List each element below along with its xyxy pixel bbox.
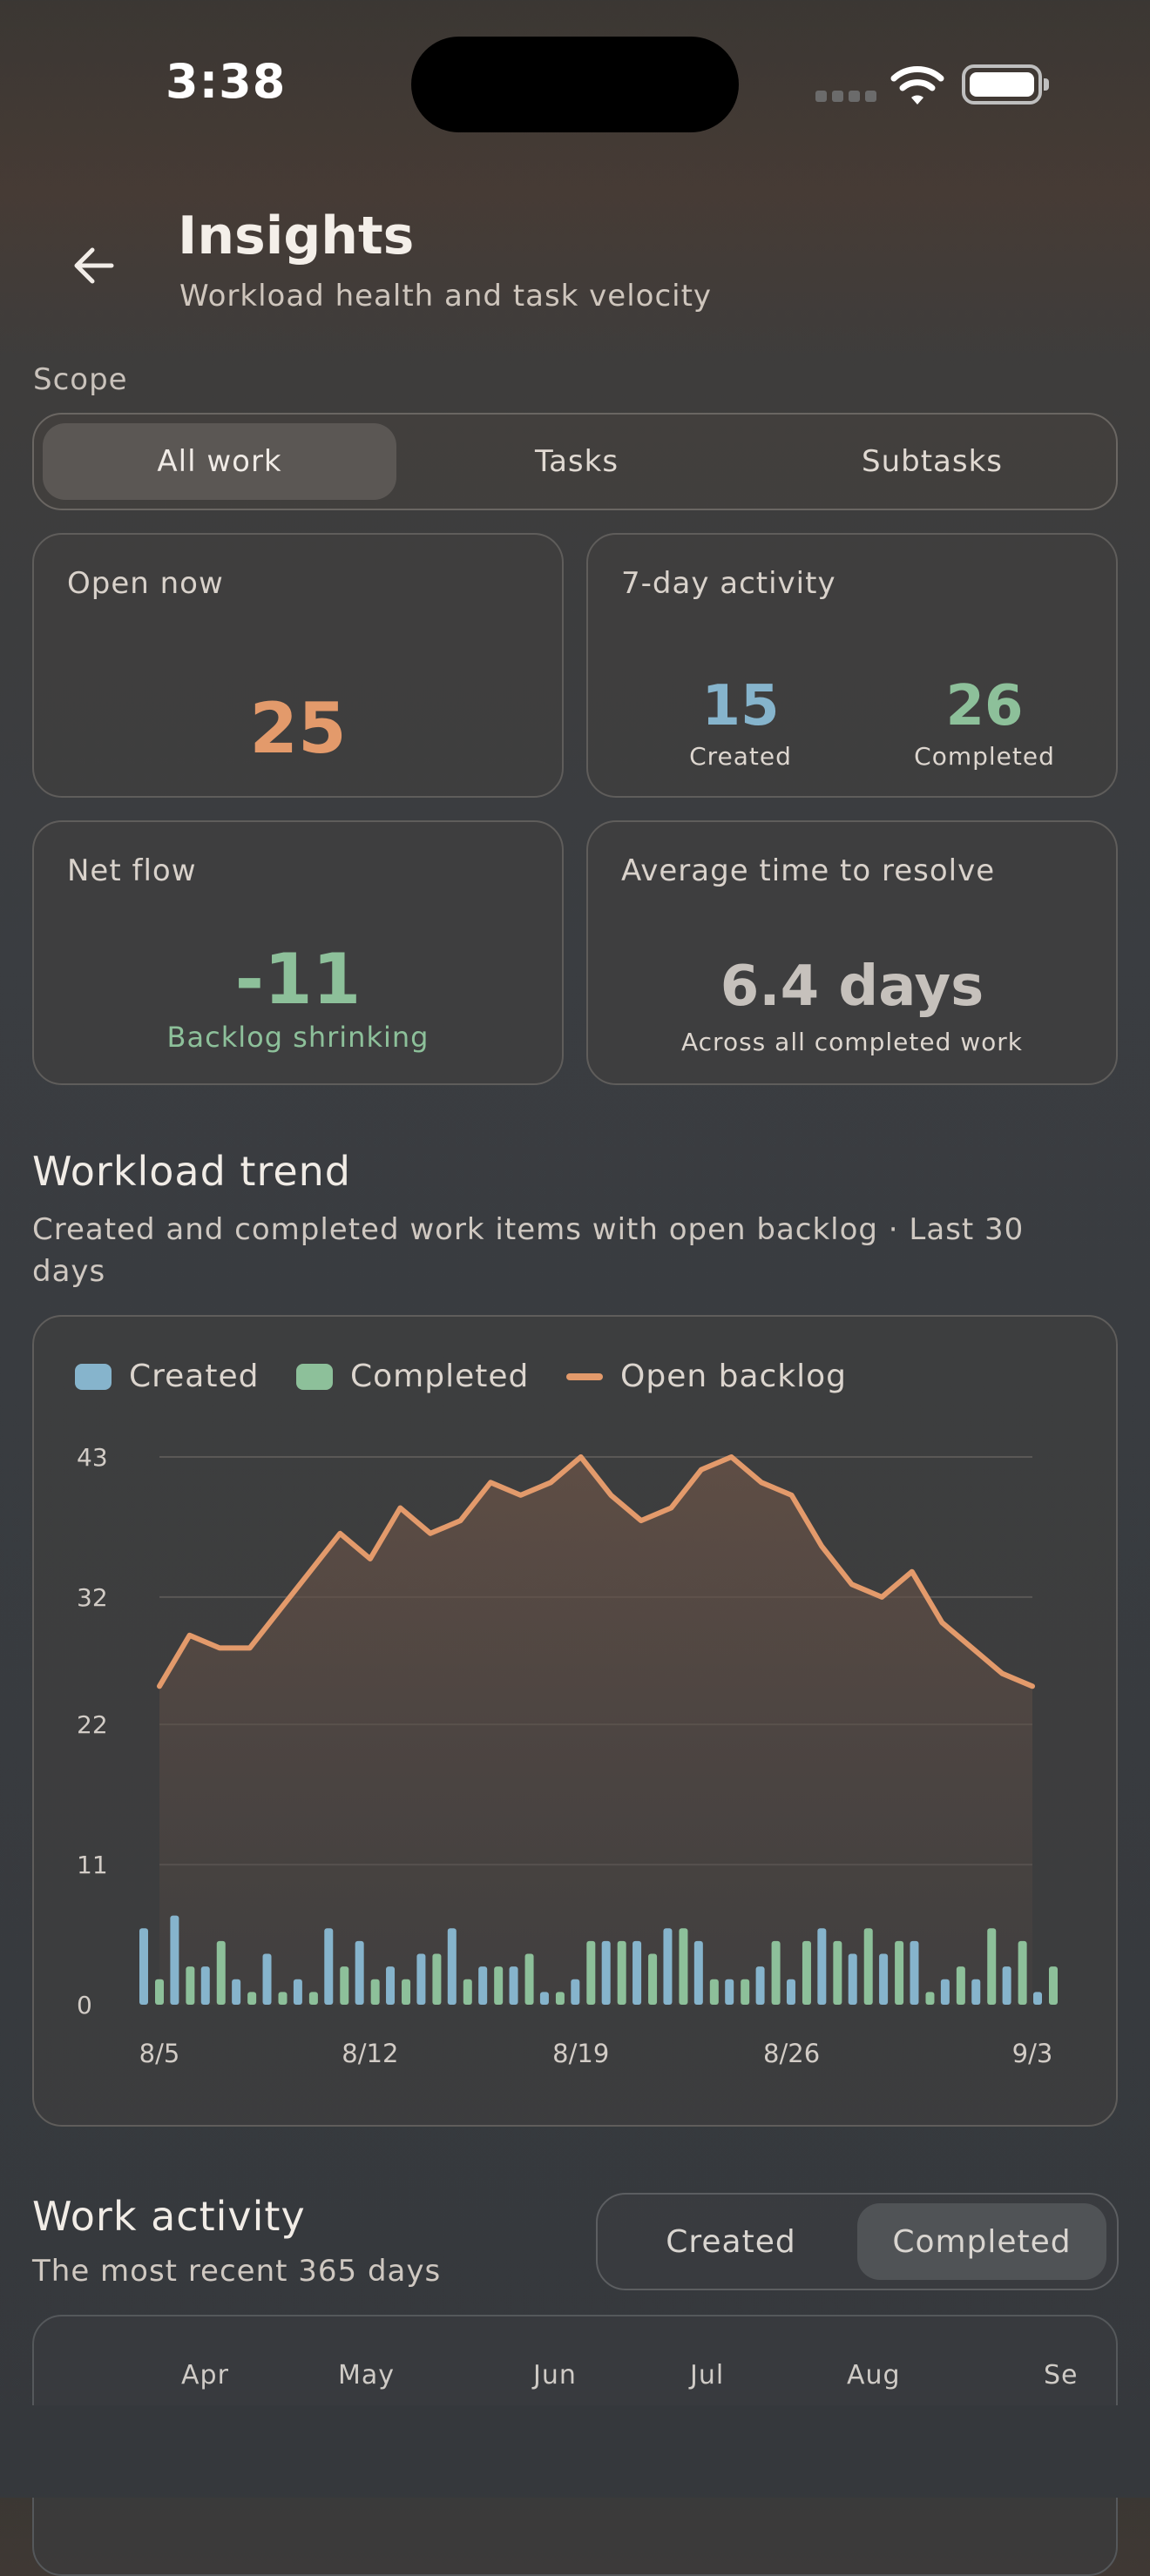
completed-bar [895,1940,904,2005]
x-tick-label: 8/12 [342,2039,398,2068]
completed-bar [555,1992,565,2005]
x-tick-label: 8/26 [763,2039,820,2068]
created-bar [539,1992,549,2005]
created-bar [786,1979,795,2005]
y-tick-label: 0 [77,1991,92,2020]
completed-bar [432,1953,442,2005]
created-bar [232,1979,241,2005]
completed-bar [956,1966,965,2005]
created-bar [170,1915,179,2005]
y-tick-label: 43 [77,1443,108,1472]
created-bar [447,1928,457,2005]
completed-bar [186,1966,195,2005]
x-tick-label: 9/3 [1012,2039,1053,2068]
created-bar [879,1953,889,2005]
completed-bar [155,1979,164,2005]
month-label: Jul [690,2360,725,2391]
created-bar [848,1953,857,2005]
created-bar [755,1966,765,2005]
month-label: Apr [181,2360,229,2391]
completed-bar [709,1979,719,2005]
y-tick-label: 11 [77,1851,108,1879]
bottom-fade [0,2405,1150,2498]
month-label: May [338,2360,396,2391]
completed-bar [617,1940,626,2005]
completed-bar [370,1979,380,2005]
created-bar [571,1979,580,2005]
activity-title: Work activity [32,2193,306,2240]
completed-bar [308,1992,318,2005]
toggle-completed[interactable]: Completed [857,2203,1106,2280]
created-bar [725,1979,734,2005]
completed-bar [741,1979,750,2005]
y-tick-label: 32 [77,1583,108,1612]
created-bar [910,1940,919,2005]
completed-bar [863,1928,873,2005]
completed-bar [987,1928,997,2005]
completed-bar [648,1953,658,2005]
completed-bar [1018,1940,1027,2005]
month-label: Se [1044,2360,1079,2391]
created-bar [663,1928,673,2005]
created-bar [601,1940,611,2005]
created-bar [200,1966,210,2005]
created-bar [632,1940,642,2005]
completed-bar [524,1953,534,2005]
created-bar [509,1966,518,2005]
backlog-area [159,1457,1032,2005]
created-bar [262,1953,272,2005]
completed-bar [833,1940,842,2005]
completed-bar [494,1966,504,2005]
completed-bar [340,1966,349,2005]
completed-bar [463,1979,472,2005]
y-tick-label: 22 [77,1710,108,1739]
completed-bar [216,1940,226,2005]
x-tick-label: 8/5 [139,2039,180,2068]
month-label: Aug [847,2360,901,2391]
created-bar [940,1979,950,2005]
created-bar [139,1928,148,2005]
completed-bar [679,1928,688,2005]
created-bar [416,1953,426,2005]
created-bar [1033,1992,1042,2005]
toggle-created[interactable]: Created [606,2203,856,2280]
created-bar [1002,1966,1011,2005]
completed-bar [771,1940,781,2005]
created-bar [478,1966,488,2005]
created-bar [324,1928,334,2005]
completed-bar [802,1940,811,2005]
completed-bar [925,1992,935,2005]
created-bar [971,1979,981,2005]
month-label: Jun [533,2360,577,2391]
activity-subtitle: The most recent 365 days [32,2254,442,2289]
completed-bar [1049,1966,1058,2005]
completed-bar [278,1992,288,2005]
x-tick-label: 8/19 [552,2039,609,2068]
completed-bar [586,1940,596,2005]
activity-toggle: Created Completed [596,2193,1119,2290]
completed-bar [247,1992,257,2005]
workload-chart: 43 32 22 11 0 8/5 8/12 8/19 8/26 9/3 [77,1443,1058,2068]
created-bar [386,1966,396,2005]
completed-bar [402,1979,411,2005]
created-bar [355,1940,364,2005]
created-bar [817,1928,827,2005]
created-bar [693,1940,703,2005]
created-bar [293,1979,302,2005]
